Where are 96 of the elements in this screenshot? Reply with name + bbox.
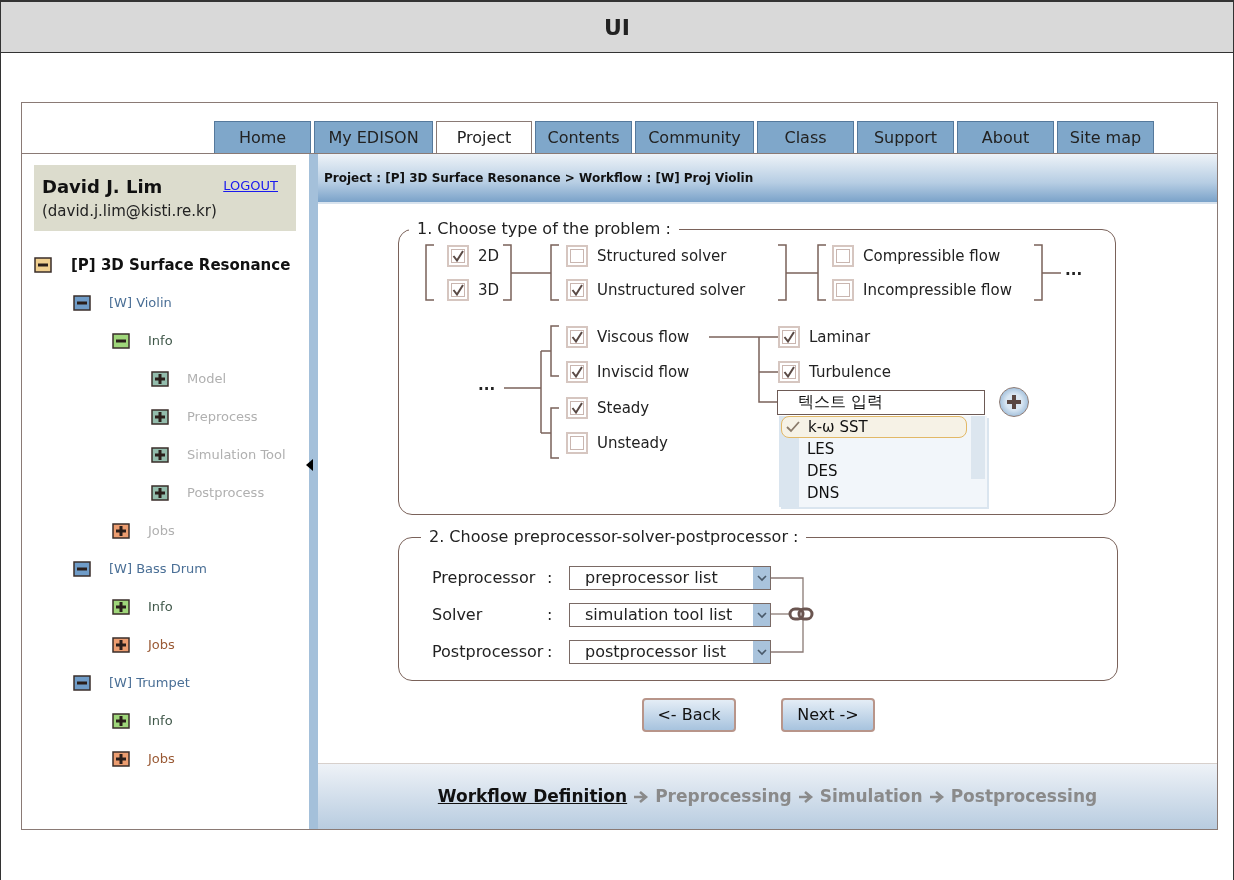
nav-tab[interactable]: Home — [214, 121, 311, 153]
option-label: Viscous flow — [597, 326, 690, 348]
collapse-icon[interactable] — [73, 561, 91, 577]
nav-tab[interactable]: Class — [757, 121, 854, 153]
tree-item[interactable]: Info — [148, 711, 173, 731]
tree-item[interactable]: Jobs — [148, 635, 175, 655]
tree-item[interactable]: [W] Violin — [109, 293, 172, 313]
list-option[interactable]: k-ω SST — [781, 416, 967, 438]
user-email: (david.j.lim@kisti.re.kr) — [42, 201, 218, 222]
nav-tab[interactable]: Contents — [535, 121, 632, 153]
checkbox[interactable] — [447, 279, 469, 301]
expand-icon[interactable] — [112, 751, 130, 767]
checkbox[interactable] — [566, 361, 588, 383]
option-label: Compressible flow — [863, 245, 1001, 267]
checkbox[interactable] — [566, 432, 588, 454]
nav-tab[interactable]: Project — [436, 121, 532, 154]
colon: : — [547, 641, 554, 663]
checkbox[interactable] — [778, 326, 800, 348]
arrow-right-icon — [928, 789, 945, 804]
check-icon — [786, 421, 800, 433]
field-label: Postprocessor — [432, 641, 545, 663]
collapse-icon[interactable] — [73, 295, 91, 311]
checkbox[interactable] — [832, 279, 854, 301]
arrow-right-icon — [633, 789, 650, 804]
option-label: Turbulence — [809, 361, 891, 383]
page-title: UI — [603, 13, 631, 42]
add-button[interactable] — [999, 387, 1029, 417]
checkbox[interactable] — [447, 245, 469, 267]
option-label: Incompressible flow — [863, 279, 1012, 301]
option-label: Steady — [597, 397, 650, 419]
option-label: 2D — [478, 245, 500, 267]
check-icon — [783, 331, 795, 343]
user-name: David J. Lim — [42, 175, 163, 199]
arrow-right-icon — [797, 789, 814, 804]
tree-item[interactable]: Jobs — [148, 749, 175, 769]
checkbox[interactable] — [566, 397, 588, 419]
option-label: Unsteady — [597, 432, 668, 454]
ellipsis: ... — [478, 375, 496, 396]
checkbox[interactable] — [832, 245, 854, 267]
nav-tab[interactable]: Support — [857, 121, 954, 153]
list-option[interactable]: DNS — [799, 482, 987, 504]
nav-tab[interactable]: My EDISON — [314, 121, 433, 153]
check-icon — [452, 284, 464, 296]
expand-icon[interactable] — [112, 599, 130, 615]
chain-link-icon — [788, 607, 814, 621]
nav-tab[interactable]: Community — [635, 121, 754, 153]
chevron-down-icon — [756, 611, 767, 619]
dropdown[interactable]: postprocessor list — [569, 640, 771, 664]
dropdown[interactable]: simulation tool list — [569, 603, 771, 627]
breadcrumb: Project : [P] 3D Surface Resonance > Workflow : [W] Proj Violin — [324, 170, 754, 187]
checkbox[interactable] — [566, 326, 588, 348]
field-label: Solver — [432, 604, 484, 626]
nav-tab[interactable]: About — [957, 121, 1054, 153]
checkbox[interactable] — [778, 361, 800, 383]
plus-icon — [1006, 394, 1022, 410]
logout-link[interactable]: LOGOUT — [223, 176, 278, 196]
check-icon — [571, 402, 583, 414]
collapse-icon[interactable] — [73, 675, 91, 691]
check-icon — [452, 250, 464, 262]
option-label: Unstructured solver — [597, 279, 746, 301]
tree-item[interactable]: Info — [148, 331, 173, 351]
nav-button[interactable]: <- Back — [642, 698, 736, 732]
checkbox[interactable] — [566, 279, 588, 301]
option-label: Inviscid flow — [597, 361, 690, 383]
tree-item[interactable]: Info — [148, 597, 173, 617]
tree-item[interactable]: [P] 3D Surface Resonance — [71, 253, 291, 277]
check-icon — [571, 284, 583, 296]
option-label: Structured solver — [597, 245, 727, 267]
colon: : — [547, 604, 554, 626]
collapse-triangle-icon[interactable] — [306, 459, 313, 471]
ellipsis: ... — [1065, 260, 1083, 281]
nav-button[interactable]: Next -> — [781, 698, 875, 732]
nav-tab[interactable]: Site map — [1057, 121, 1154, 153]
option-label: Laminar — [809, 326, 871, 348]
field-label: Preprocessor — [432, 567, 537, 589]
checkbox[interactable] — [566, 245, 588, 267]
chevron-down-icon — [756, 574, 767, 582]
list-option[interactable]: LES — [799, 438, 987, 460]
collapse-icon[interactable] — [34, 257, 52, 273]
option-label: 3D — [478, 279, 500, 301]
tree-item[interactable]: [W] Trumpet — [109, 673, 190, 693]
workflow-step[interactable]: Workflow Definition — [437, 783, 628, 810]
check-icon — [571, 331, 583, 343]
check-icon — [571, 366, 583, 378]
dropdown[interactable]: preprocessor list — [569, 566, 771, 590]
expand-icon[interactable] — [112, 713, 130, 729]
tree-item[interactable]: [W] Bass Drum — [109, 559, 207, 579]
colon: : — [547, 567, 554, 589]
chevron-down-icon — [756, 648, 767, 656]
model-input-field[interactable]: 텍스트 입력 — [777, 390, 985, 415]
list-option[interactable]: DES — [799, 460, 987, 482]
scrollbar[interactable] — [971, 416, 985, 479]
collapse-icon[interactable] — [112, 333, 130, 349]
check-icon — [783, 366, 795, 378]
connector-line — [425, 244, 435, 301]
expand-icon[interactable] — [112, 637, 130, 653]
